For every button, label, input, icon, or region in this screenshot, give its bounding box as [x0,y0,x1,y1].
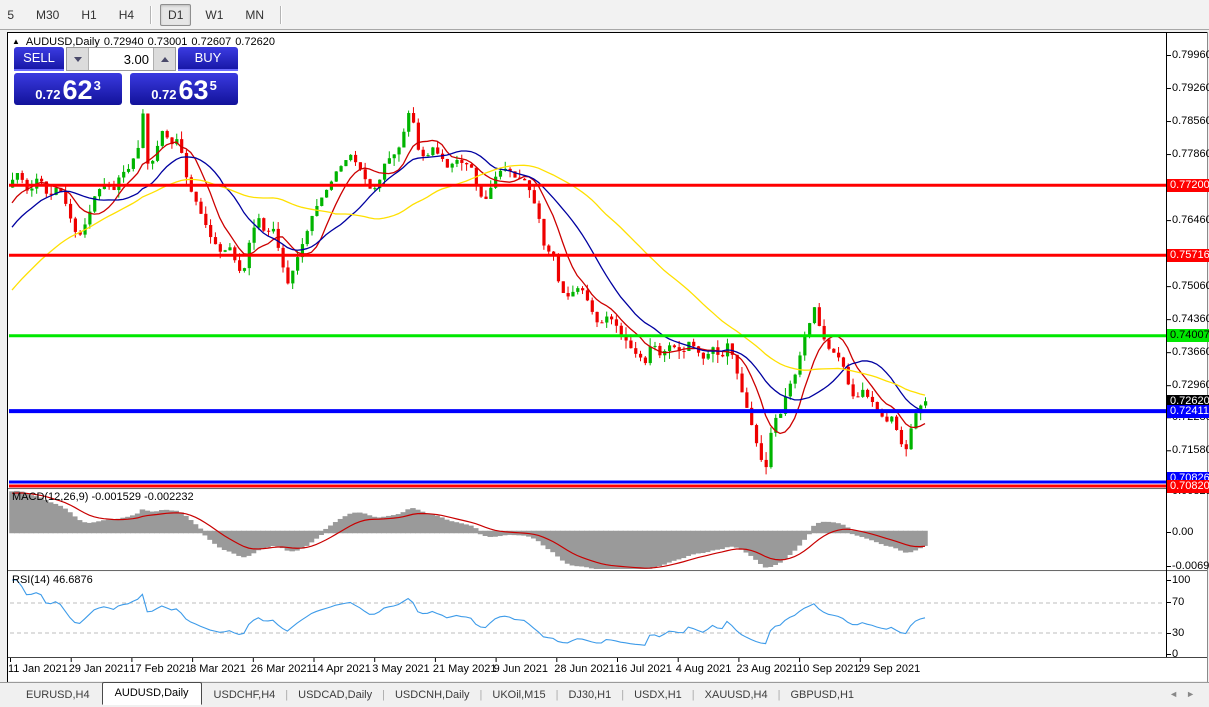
collapse-triangle-icon[interactable]: ▲ [12,37,20,46]
date-tick-label: 3 May 2021 [372,663,430,675]
volume-increase-button[interactable] [153,48,175,70]
price-tick-label: 0.73660 [1172,346,1209,359]
chart-tab-gbpusd[interactable]: GBPUSD,H1 [778,686,866,704]
date-tick-label: 26 Mar 2021 [250,663,313,675]
date-tick-label: 4 Aug 2021 [675,663,732,675]
bid-prefix: 0.72 [35,87,61,102]
chevron-up-icon [160,56,169,62]
price-tick-label: 0.74360 [1172,313,1209,326]
price-tick-label: 0.78560 [1172,115,1209,128]
date-tick-label: 17 Feb 2021 [129,663,192,675]
macd-indicator-label: MACD(12,26,9) -0.001529 -0.002232 [12,491,194,503]
bid-big-digits: 62 [62,75,93,105]
tab-scroll-left-icon[interactable]: ◄ [1169,689,1186,699]
close-value: 0.72620 [235,36,275,48]
chart-tab-dj30[interactable]: DJ30,H1 [556,686,623,704]
chart-tab-usdcad[interactable]: USDCAD,Daily [286,686,384,704]
ask-big-digits: 63 [178,75,209,105]
chart-tab-xauusd[interactable]: XAUUSD,H4 [693,686,780,704]
ask-prefix: 0.72 [151,87,177,102]
macd-axis-label: 0.00 [1172,526,1194,538]
price-badge: 0.74007 [1167,329,1209,343]
rsi-indicator-label: RSI(14) 46.6876 [12,574,93,586]
chart-tab-usdcnh[interactable]: USDCNH,Daily [383,686,482,704]
price-badge: 0.77200 [1167,178,1209,192]
date-tick-label: 10 Sep 2021 [797,663,860,675]
chart-tab-eurusd[interactable]: EURUSD,H4 [14,686,102,704]
chart-tab-audusd[interactable]: AUDUSD,Daily [101,681,202,705]
rsi-axis-label: 70 [1172,596,1185,608]
date-tick-label: 29 Sep 2021 [857,663,921,675]
date-tick-label: 11 Jan 2021 [8,663,68,675]
chart-tab-bar: EURUSD,H4 AUDUSD,Daily USDCHF,H4 | USDCAD,Da… [0,681,1209,707]
rsi-axis-label: 30 [1172,627,1185,639]
one-click-trading-panel: SELL BUY 0.72623 0.72635 [14,47,238,105]
trading-platform-window: 5M30H1H4D1W1MN ▲AUDUSD,Daily0.729400.730… [0,0,1209,707]
price-tick-label: 0.77860 [1172,148,1209,161]
price-tick-label: 0.76460 [1172,214,1209,227]
rsi-axis-label: 100 [1172,574,1191,586]
date-tick-label: 21 May 2021 [432,663,497,675]
bid-pipette-digit: 3 [93,78,101,93]
date-tick-label: 23 Aug 2021 [736,663,799,675]
price-tick-label: 0.72960 [1172,379,1209,392]
date-tick-label: 29 Jan 2021 [68,663,130,675]
buy-button[interactable]: BUY [178,47,238,71]
chart-tab-ukoil[interactable]: UKOil,M15 [480,686,557,704]
volume-decrease-button[interactable] [67,48,89,70]
tab-scroll-right-icon[interactable]: ► [1186,689,1203,699]
price-tick-label: 0.71580 [1172,444,1209,457]
macd-axis-label: -0.006982 [1172,560,1209,572]
date-tick-label: 8 Mar 2021 [190,663,246,675]
tab-scroll-arrows: ◄► [1169,689,1203,699]
rsi-axis-label: 0 [1172,648,1179,660]
date-tick-label: 9 Jun 2021 [493,663,549,675]
price-badge: 0.72411 [1167,404,1209,418]
buy-price-button[interactable]: 0.72 63 5 [130,73,238,105]
price-badge: 0.70820 [1167,479,1209,493]
volume-stepper [66,47,176,71]
price-tick-label: 0.75060 [1172,280,1209,293]
chevron-down-icon [73,56,82,62]
date-tick-label: 16 Jul 2021 [615,663,672,675]
date-tick-label: 14 Apr 2021 [311,663,371,675]
sell-price-button[interactable]: 0.72 62 3 [14,73,122,105]
ask-pipette-digit: 5 [209,78,217,93]
chart-canvas[interactable] [0,0,1209,707]
sell-button[interactable]: SELL [14,47,64,71]
date-tick-label: 28 Jun 2021 [554,663,615,675]
chart-tab-usdx[interactable]: USDX,H1 [622,686,694,704]
chart-tab-usdchf[interactable]: USDCHF,H4 [202,686,288,704]
price-badge: 0.75716 [1167,248,1209,262]
price-tick-label: 0.79260 [1172,82,1209,95]
price-tick-label: 0.79960 [1172,49,1209,61]
volume-input[interactable] [89,48,153,70]
